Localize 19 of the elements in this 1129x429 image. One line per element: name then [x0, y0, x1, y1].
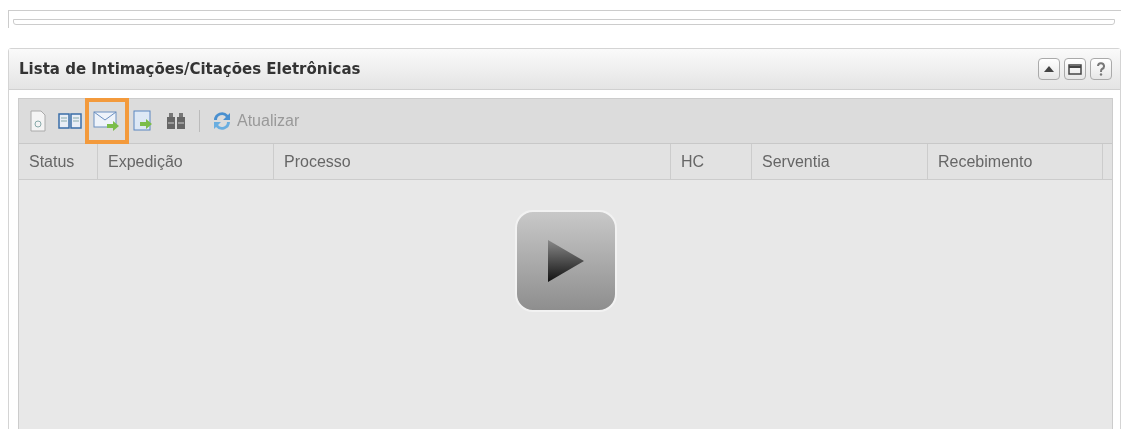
maximize-icon: [1068, 63, 1082, 75]
column-header[interactable]: Serventia: [752, 144, 928, 179]
column-header[interactable]: Processo: [274, 144, 671, 179]
document-icon: [28, 110, 48, 132]
book-icon: [58, 111, 82, 131]
play-button[interactable]: [514, 210, 617, 312]
collapse-button[interactable]: [1038, 58, 1060, 80]
maximize-button[interactable]: [1064, 58, 1086, 80]
column-header[interactable]: Recebimento: [928, 144, 1103, 179]
help-icon: [1096, 62, 1106, 76]
binoculars-icon: [165, 111, 187, 131]
column-header[interactable]: Expedição: [98, 144, 274, 179]
column-header[interactable]: HC: [671, 144, 752, 179]
panel-title: Lista de Intimações/Citações Eletrônicas: [19, 60, 361, 78]
column-header[interactable]: Status: [19, 144, 98, 179]
help-button[interactable]: [1090, 58, 1112, 80]
mail-icon: [93, 110, 121, 132]
collapse-icon: [1044, 66, 1054, 72]
play-icon: [545, 238, 586, 284]
